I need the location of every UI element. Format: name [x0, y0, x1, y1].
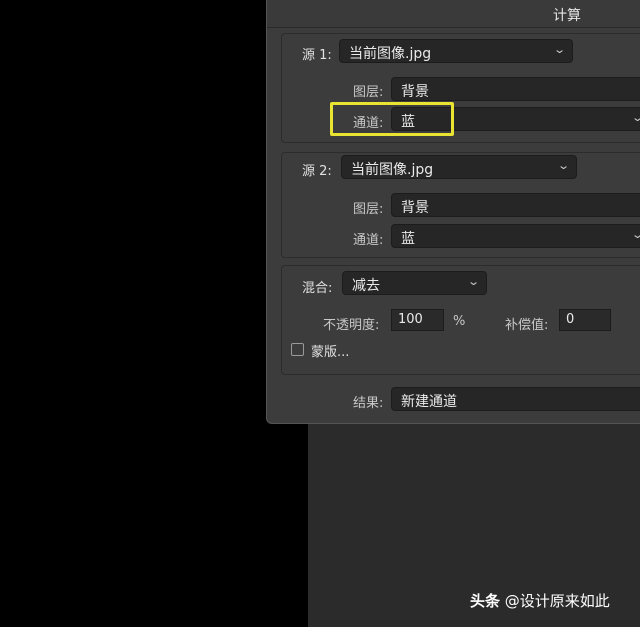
source2-label: 源 2: — [302, 164, 332, 179]
opacity-label: 不透明度: — [323, 318, 380, 333]
dialog-titlebar: 计算 — [267, 0, 640, 28]
blend-label: 混合: — [302, 281, 333, 296]
opacity-unit: % — [453, 314, 466, 329]
calculations-dialog: 计算 源 1: 当前图像.jpg ⌄ 图层: 背景 通道: 蓝 ⌄ 源 2: 当… — [266, 0, 640, 424]
channel-highlight-box — [330, 102, 454, 136]
source2-channel-select[interactable]: 蓝 ⌄ — [391, 224, 640, 248]
result-label: 结果: — [353, 396, 384, 411]
mask-label[interactable]: 蒙版... — [311, 341, 349, 360]
chevron-down-icon: ⌄ — [552, 43, 566, 56]
source1-label: 源 1: — [302, 48, 332, 63]
chevron-down-icon: ⌄ — [466, 275, 480, 288]
source2-file-select[interactable]: 当前图像.jpg ⌄ — [341, 155, 577, 179]
chevron-down-icon: ⌄ — [556, 159, 570, 172]
offset-input[interactable]: 0 — [559, 309, 611, 331]
opacity-input[interactable]: 100 — [391, 309, 444, 331]
watermark-brand: 头条 — [470, 592, 501, 610]
mask-checkbox[interactable] — [291, 343, 304, 356]
blend-mode-select[interactable]: 减去 ⌄ — [342, 271, 487, 295]
source1-layer-label: 图层: — [353, 85, 384, 100]
source1-file-select[interactable]: 当前图像.jpg ⌄ — [339, 39, 573, 63]
chevron-down-icon: ⌄ — [631, 228, 640, 241]
offset-label: 补偿值: — [505, 318, 549, 333]
watermark-handle: @设计原来如此 — [504, 592, 610, 610]
source2-layer-select[interactable]: 背景 — [391, 193, 640, 217]
chevron-down-icon: ⌄ — [631, 111, 640, 124]
dialog-title: 计算 — [553, 8, 581, 24]
result-select[interactable]: 新建通道 — [391, 387, 640, 411]
watermark: 头条 @设计原来如此 — [470, 590, 610, 611]
source1-layer-select[interactable]: 背景 — [391, 77, 640, 101]
source2-channel-label: 通道: — [353, 233, 384, 248]
source2-layer-label: 图层: — [353, 202, 384, 217]
